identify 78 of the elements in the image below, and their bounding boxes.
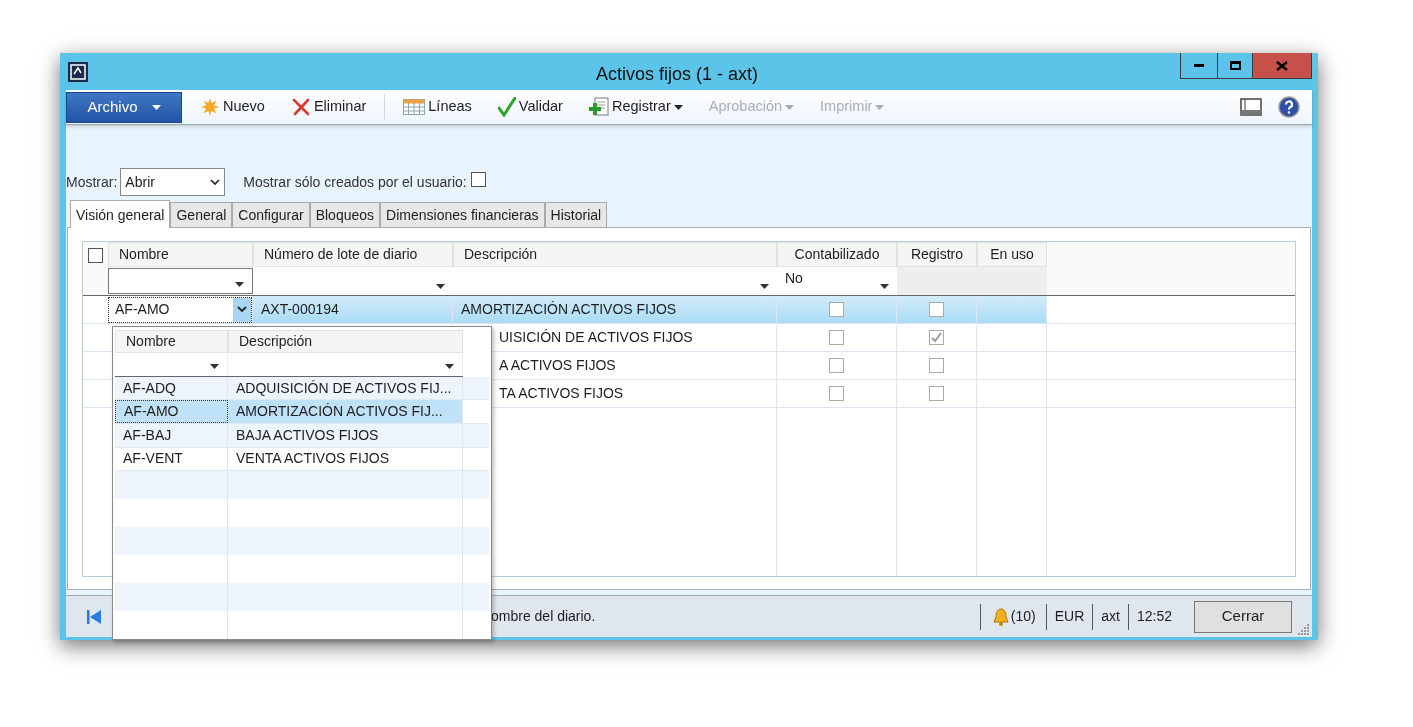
help-icon[interactable] (1278, 96, 1300, 118)
show-label: Mostrar: (66, 172, 118, 192)
grid-row[interactable]: AF-AMO AXT-000194 AMORTIZACIÓN ACTIVOS FIJOS (83, 296, 1295, 324)
column-header[interactable]: Nombre (115, 330, 228, 353)
close-button[interactable] (1253, 53, 1311, 78)
filter-field[interactable]: No (777, 267, 897, 295)
caret-icon (875, 104, 885, 110)
checkbox[interactable] (929, 302, 944, 317)
checkbox[interactable] (829, 386, 844, 401)
toolbar-button[interactable]: Eliminar (290, 96, 367, 118)
column-header[interactable]: Nombre (108, 242, 253, 267)
tab[interactable]: Bloqueos (309, 202, 381, 227)
app-icon (68, 61, 88, 82)
cross-icon (290, 97, 311, 117)
table-cell: AMORTIZACIÓN ACTIVOS FIJOS (453, 296, 777, 323)
chevron-down-icon (237, 306, 247, 313)
column-header[interactable]: Descripción (453, 242, 777, 267)
file-menu-button[interactable]: Archivo (66, 91, 182, 123)
caret-icon (760, 284, 769, 289)
close-icon (1276, 60, 1288, 71)
bell-icon[interactable] (990, 606, 1011, 627)
caret-icon (880, 284, 889, 289)
panel-layout-icon[interactable] (1240, 98, 1262, 116)
check-icon (497, 97, 516, 117)
company-label: axt (1100, 607, 1121, 626)
name-field[interactable]: AF-AMO (108, 296, 252, 323)
close-form-button[interactable]: Cerrar (1194, 600, 1292, 633)
table-cell: AXT-000194 (253, 296, 453, 323)
column-header[interactable]: Contabilizado (777, 242, 897, 267)
table-cell (977, 296, 1047, 323)
column-header[interactable]: Número de lote de diario (253, 242, 453, 267)
caret-icon (445, 364, 454, 370)
caret-icon (210, 364, 219, 370)
lookup-row[interactable]: AF-VENT VENTA ACTIVOS FIJOS (115, 447, 489, 471)
tab[interactable]: Historial (544, 202, 608, 227)
tab[interactable]: General (170, 202, 233, 227)
caret-icon (785, 104, 795, 110)
toolbar-button[interactable]: Líneas (403, 96, 472, 118)
first-record-icon[interactable] (86, 608, 102, 625)
dropdown-button[interactable] (233, 297, 251, 322)
column-header[interactable]: En uso (977, 242, 1047, 267)
checkbox[interactable] (829, 330, 844, 345)
sun-icon (200, 97, 220, 117)
toolbar-button[interactable]: Registrar (588, 96, 683, 118)
caret-icon (436, 284, 445, 289)
tab[interactable]: Dimensiones financieras (380, 202, 545, 227)
filter-field[interactable] (108, 268, 253, 294)
checkbox[interactable] (88, 248, 103, 263)
caret-icon (673, 104, 683, 110)
lookup-row[interactable]: AF-ADQ ADQUISICIÓN DE ACTIVOS FIJ... (115, 377, 489, 401)
checkbox[interactable] (929, 330, 944, 345)
status-message: ombre del diario. (491, 607, 596, 626)
checkbox[interactable] (470, 171, 486, 187)
chevron-down-icon (210, 178, 221, 186)
checkbox[interactable] (929, 386, 944, 401)
caret-icon (151, 104, 161, 110)
column-header[interactable]: Descripción (228, 330, 463, 353)
document-plus-icon (588, 97, 609, 117)
caret-icon (235, 282, 244, 287)
lookup-row[interactable]: AF-AMO AMORTIZACIÓN ACTIVOS FIJ... (115, 400, 489, 425)
window-title: Activos fijos (1 - axt) (596, 63, 759, 86)
currency-label: EUR (1053, 607, 1086, 626)
time-label: 12:52 (1135, 607, 1173, 626)
filter-field[interactable] (253, 267, 453, 295)
tab[interactable]: Visión general (70, 200, 171, 228)
resize-grip-icon[interactable] (1298, 623, 1310, 635)
table-icon (403, 99, 426, 115)
checkbox[interactable] (829, 358, 844, 373)
checkbox[interactable] (829, 302, 844, 317)
toolbar-button[interactable]: Nuevo (200, 96, 265, 118)
tab[interactable]: Configurar (232, 202, 310, 227)
notification-count[interactable]: (10) (1010, 606, 1036, 627)
status-dropdown[interactable]: Abrir (120, 168, 226, 196)
column-header[interactable]: Registro (897, 242, 977, 267)
lookup-row[interactable]: AF-BAJ BAJA ACTIVOS FIJOS (115, 424, 489, 448)
toolbar-button[interactable]: Validar (497, 96, 563, 118)
checkbox[interactable] (929, 358, 944, 373)
user-filter-label: Mostrar sólo creados por el usuario: (243, 172, 467, 192)
